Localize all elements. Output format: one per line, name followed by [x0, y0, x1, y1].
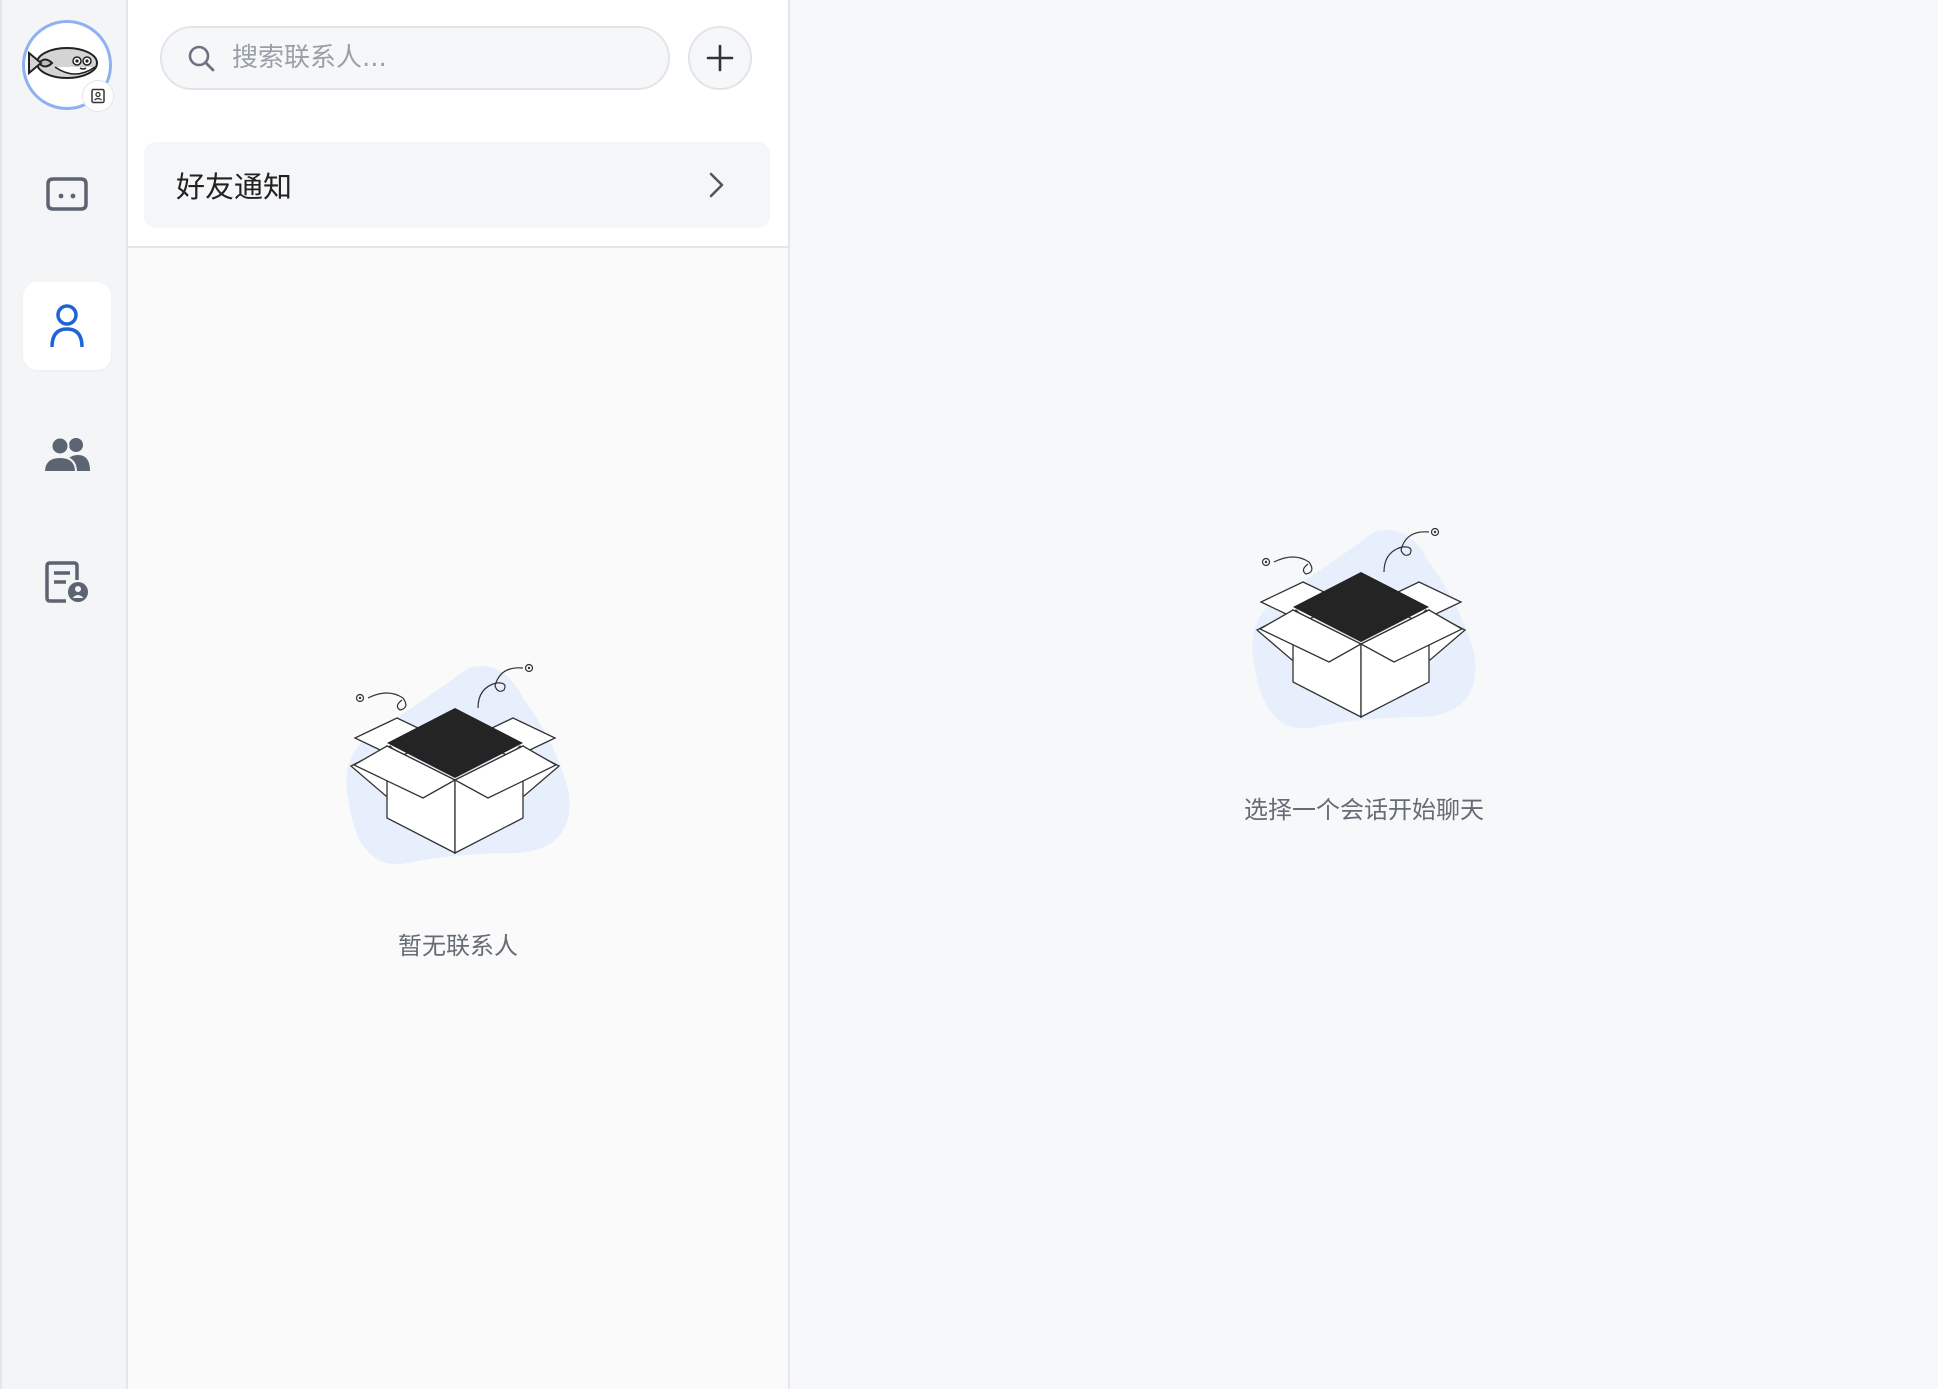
chat-empty-text: 选择一个会话开始聊天	[1244, 796, 1484, 824]
nav-requests-button[interactable]	[23, 538, 111, 626]
contacts-toolbar	[128, 0, 788, 124]
contacts-empty-state: 暂无联系人	[128, 648, 788, 961]
person-icon	[50, 304, 84, 348]
nav-rail	[0, 0, 128, 1389]
empty-box-illustration	[346, 663, 570, 865]
add-contact-button[interactable]	[688, 26, 752, 90]
search-icon	[188, 45, 215, 72]
nav-contacts-button[interactable]	[23, 282, 111, 370]
user-avatar-button[interactable]	[22, 20, 114, 112]
app-window: 好友通知	[0, 0, 1938, 1389]
search-input[interactable]	[230, 42, 654, 74]
chevron-right-icon	[709, 172, 724, 198]
chat-bubble-icon	[46, 177, 88, 211]
users-icon	[43, 436, 90, 473]
contact-request-icon	[45, 561, 88, 603]
search-box[interactable]	[160, 26, 670, 90]
friend-notify-item[interactable]: 好友通知	[144, 142, 770, 228]
contacts-empty-text: 暂无联系人	[398, 932, 518, 960]
contact-card-icon	[82, 80, 114, 112]
nav-groups-button[interactable]	[23, 410, 111, 498]
friend-notify-section: 好友通知	[128, 124, 788, 248]
friend-notify-label: 好友通知	[176, 170, 293, 204]
empty-box-illustration	[1252, 527, 1476, 729]
nav-chat-button[interactable]	[23, 152, 111, 240]
chat-area: 选择一个会话开始聊天	[790, 0, 1938, 1389]
chat-empty-state: 选择一个会话开始聊天	[790, 512, 1938, 825]
plus-icon	[706, 44, 734, 72]
contacts-panel: 好友通知	[128, 0, 790, 1389]
